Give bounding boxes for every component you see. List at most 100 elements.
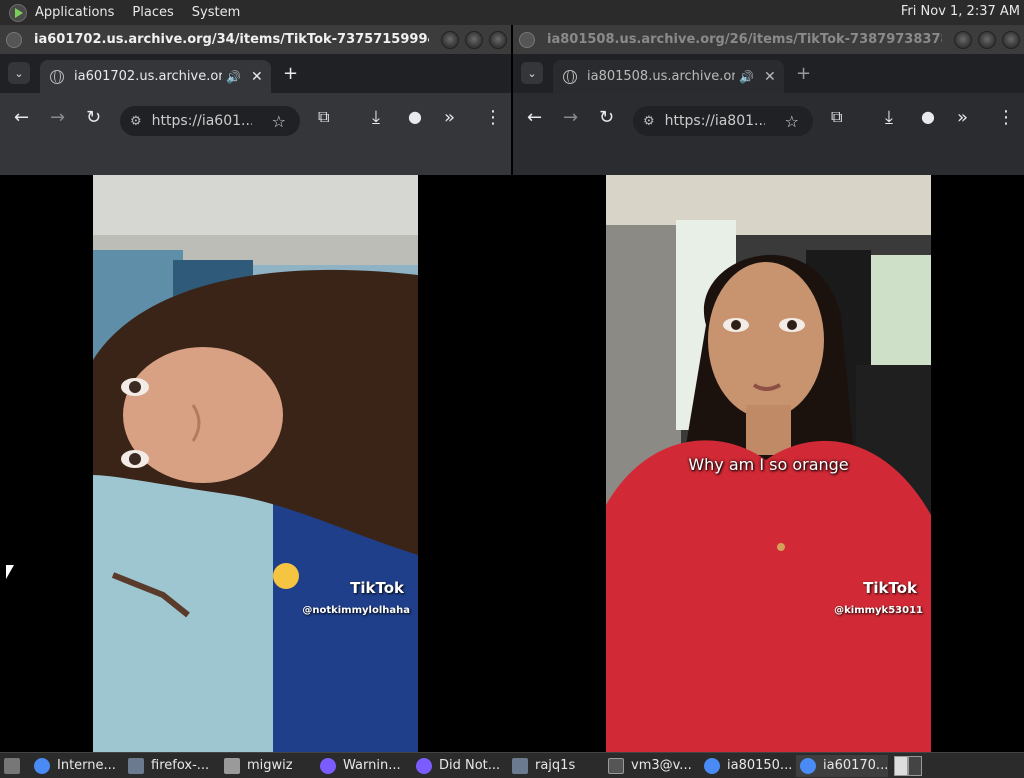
chrome-icon [34,757,50,774]
distro-logo-icon[interactable] [9,3,27,22]
minimize-button[interactable] [441,31,459,49]
speaker-icon[interactable]: 🔊 [739,70,754,84]
chevron-more-icon[interactable]: » [444,107,455,128]
tab-strip: ⌄ ia801508.us.archive.org/ 🔊 ✕ + [513,54,1024,93]
site-info-icon[interactable]: ⚙ [643,114,655,129]
chrome-icon [704,757,720,774]
window-title: ia601702.us.archive.org/34/items/TikTok-… [34,32,429,47]
folder-icon [224,757,240,774]
close-tab-icon[interactable]: ✕ [251,69,263,85]
minimize-button[interactable] [954,31,972,49]
taskbar-item[interactable]: migwiz [220,755,314,777]
window-titlebar[interactable]: ia601702.us.archive.org/34/items/TikTok-… [0,25,511,54]
address-bar[interactable]: ⚙ https://ia601... ☆ [120,106,300,136]
workspace-1[interactable] [894,755,908,776]
menu-applications[interactable]: Applications [35,5,114,20]
mouse-cursor-icon [6,565,14,579]
tiktok-handle: @kimmyk53011 [834,605,923,616]
browser-toolbar: ← → ↻ ⚙ https://ia601... ☆ ⧉ ⤓ ● » ⋮ [0,93,511,175]
tab-strip: ⌄ ia601702.us.archive.org/3 🔊 ✕ + [0,54,511,93]
window-menu-icon[interactable] [519,31,535,48]
video-frame [93,175,418,752]
browser-chrome: ⌄ ia801508.us.archive.org/ 🔊 ✕ + ← → ↻ ⚙… [513,54,1024,175]
close-window-button[interactable] [489,31,507,49]
new-tab-button[interactable]: + [796,63,811,84]
back-button[interactable]: ← [527,107,542,128]
reload-button[interactable]: ↻ [86,107,101,128]
speaker-icon[interactable]: 🔊 [226,70,241,84]
kebab-menu-icon[interactable]: ⋮ [484,107,502,128]
browser-window-left: ia601702.us.archive.org/34/items/TikTok-… [0,25,511,752]
firefox-icon [416,757,432,774]
show-desktop-button[interactable] [0,755,28,777]
window-menu-icon[interactable] [6,31,22,48]
tiktok-logo: TikTok [863,579,917,597]
firefox-icon [320,757,336,774]
download-icon[interactable]: ⤓ [372,107,380,128]
taskbar-item[interactable]: ia80150... [700,755,794,777]
taskbar-item[interactable]: Interne... [30,755,122,777]
page-content: TikTok @notkimmylolhaha [0,175,511,752]
globe-icon [563,69,577,84]
profile-icon[interactable]: ● [408,107,422,126]
close-tab-icon[interactable]: ✕ [764,69,776,85]
script-icon [512,757,528,774]
taskbar-item[interactable]: rajq1s [508,755,602,777]
browser-tab[interactable]: ia601702.us.archive.org/3 🔊 ✕ [40,60,271,93]
bookmark-star-icon[interactable]: ☆ [272,112,286,131]
tab-search-button[interactable]: ⌄ [8,62,30,84]
url-text[interactable]: https://ia601... [152,113,252,129]
terminal-icon [608,757,624,774]
browser-chrome: ⌄ ia601702.us.archive.org/3 🔊 ✕ + ← → ↻ … [0,54,511,175]
kebab-menu-icon[interactable]: ⋮ [997,107,1015,128]
globe-icon [50,69,64,84]
page-content: Why am I so orange TikTok @kimmyk53011 [513,175,1024,752]
close-window-button[interactable] [1002,31,1020,49]
maximize-button[interactable] [978,31,996,49]
chevron-more-icon[interactable]: » [957,107,968,128]
tab-search-button[interactable]: ⌄ [521,62,543,84]
desktop-icon [4,757,20,774]
taskbar-item[interactable]: ia60170... [796,754,888,777]
new-tab-button[interactable]: + [283,63,298,84]
address-bar[interactable]: ⚙ https://ia801... ☆ [633,106,813,136]
taskbar: Interne... firefox-... migwiz Warnin... … [0,752,1024,778]
scream-emoji-icon [273,563,299,589]
panel-clock[interactable]: Fri Nov 1, 2:37 AM [901,4,1020,19]
script-icon [128,757,144,774]
forward-button[interactable]: → [563,107,578,128]
profile-icon[interactable]: ● [921,107,935,126]
taskbar-item[interactable]: Did Not... [412,755,506,777]
browser-window-right: ia801508.us.archive.org/26/items/TikTok-… [513,25,1024,752]
window-title: ia801508.us.archive.org/26/items/TikTok-… [547,32,942,47]
back-button[interactable]: ← [14,107,29,128]
bookmark-star-icon[interactable]: ☆ [785,112,799,131]
taskbar-item[interactable]: vm3@v... [604,755,698,777]
browser-toolbar: ← → ↻ ⚙ https://ia801... ☆ ⧉ ⤓ ● » ⋮ [513,93,1024,175]
url-text[interactable]: https://ia801... [665,113,765,129]
extensions-icon[interactable]: ⧉ [831,107,842,127]
maximize-button[interactable] [465,31,483,49]
browser-tab[interactable]: ia801508.us.archive.org/ 🔊 ✕ [553,60,784,93]
chrome-icon [800,757,816,774]
window-titlebar[interactable]: ia801508.us.archive.org/26/items/TikTok-… [513,25,1024,54]
taskbar-item[interactable]: firefox-... [124,755,218,777]
reload-button[interactable]: ↻ [599,107,614,128]
menu-places[interactable]: Places [132,5,173,20]
tab-label: ia601702.us.archive.org/3 [74,69,222,84]
forward-button[interactable]: → [50,107,65,128]
video-caption: Why am I so orange [688,455,849,474]
taskbar-item[interactable]: Warnin... [316,755,410,777]
tab-label: ia801508.us.archive.org/ [587,69,735,84]
video-player[interactable]: Why am I so orange TikTok @kimmyk53011 [606,175,931,752]
site-info-icon[interactable]: ⚙ [130,114,142,129]
menu-system[interactable]: System [192,5,240,20]
tiktok-handle: @notkimmylolhaha [302,605,410,616]
tiktok-logo: TikTok [350,579,404,597]
download-icon[interactable]: ⤓ [885,107,893,128]
workspace-switcher[interactable] [894,755,922,776]
workspace-2[interactable] [908,755,922,776]
top-panel: Applications Places System Fri Nov 1, 2:… [0,0,1024,25]
extensions-icon[interactable]: ⧉ [318,107,329,127]
video-player[interactable]: TikTok @notkimmylolhaha [93,175,418,752]
